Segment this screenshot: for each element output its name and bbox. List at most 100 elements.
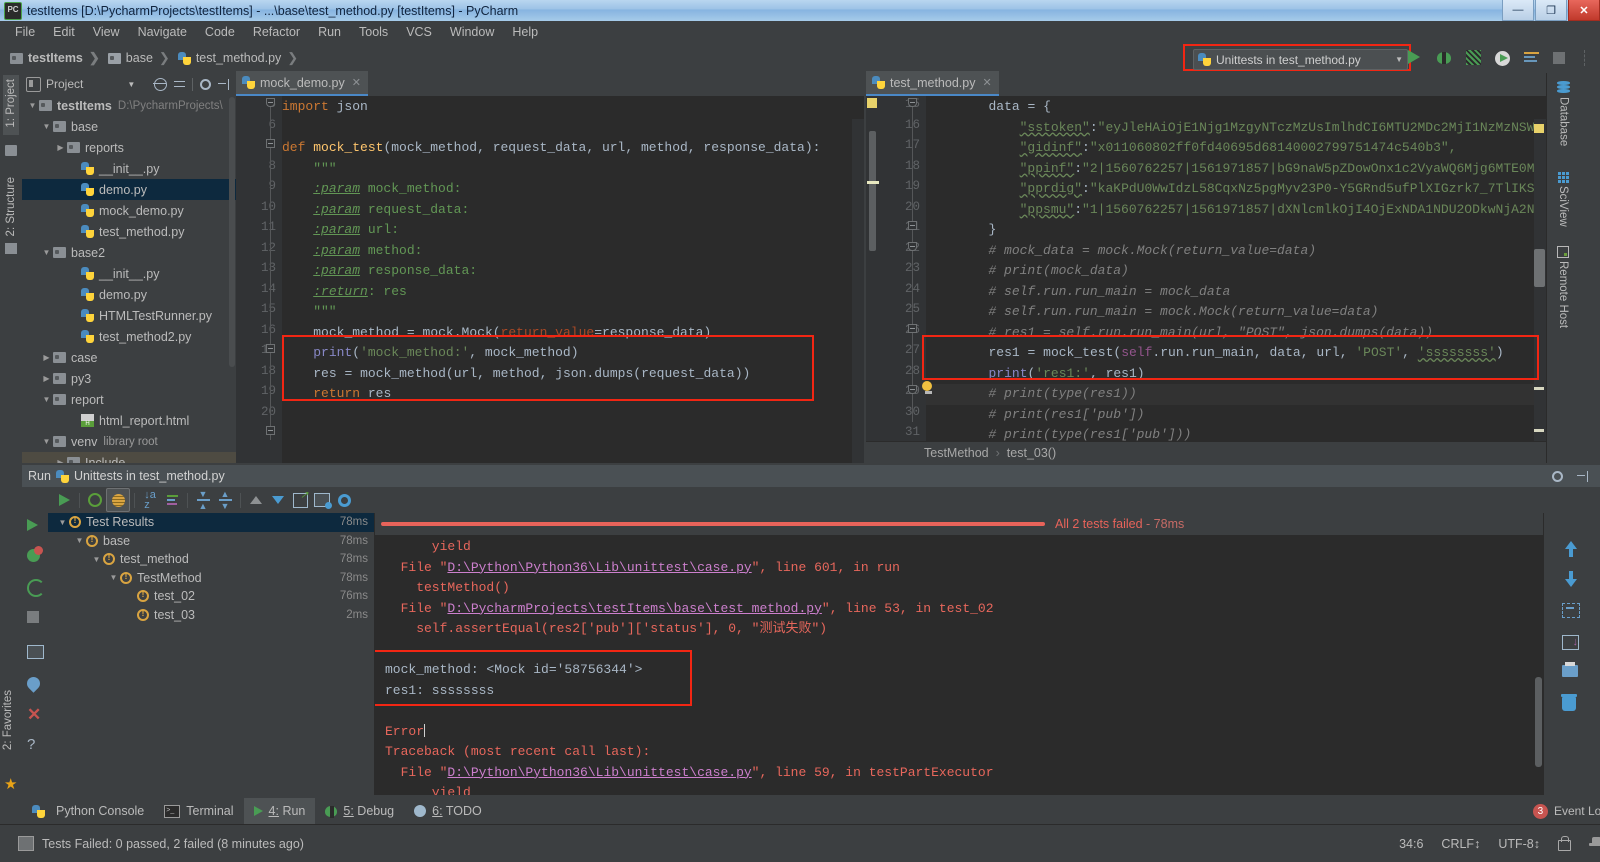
chevron-right-icon[interactable]: ▶ xyxy=(40,353,53,362)
hide-icon[interactable] xyxy=(218,78,229,90)
bottom-tab-python-console[interactable]: Python Console xyxy=(22,798,154,824)
code-line[interactable]: # self.run.run_main = mock_data xyxy=(926,282,1230,303)
code-line[interactable]: print('res1:', res1) xyxy=(926,364,1145,385)
profile-icon[interactable] xyxy=(1495,50,1512,67)
code-line[interactable]: data = { xyxy=(926,97,1051,118)
code-line[interactable]: "ppsmu":"1|1560762257|1561971857|dXNlcml… xyxy=(926,200,1546,221)
chevron-down-icon[interactable]: ▼ xyxy=(107,573,120,582)
test-tree-row[interactable]: ▶test_032ms xyxy=(48,606,374,625)
bottom-tab-run[interactable]: 4: Run xyxy=(243,798,316,824)
code-line[interactable]: res1 = mock_test(self.run.run_main, data… xyxy=(926,343,1504,364)
code-line[interactable]: print('mock_method:', mock_method) xyxy=(282,343,578,364)
code-line[interactable]: "gidinf":"x011060802ff0fd40695d681400027… xyxy=(926,138,1457,159)
sidebar-tab-structure[interactable]: 2: Structure xyxy=(3,173,19,243)
code-content-left[interactable]: import json def mock_test(mock_method, re… xyxy=(282,96,864,463)
minimize-button[interactable]: — xyxy=(1502,0,1534,21)
file-path-link[interactable]: D:\Python\Python36\Lib\unittest\case.py xyxy=(447,765,751,780)
code-line[interactable]: def mock_test(mock_method, request_data,… xyxy=(282,138,820,159)
next-failed-icon[interactable] xyxy=(267,489,289,511)
code-line[interactable]: # mock_data = mock.Mock(return_value=dat… xyxy=(926,241,1316,262)
rerun-all-icon[interactable] xyxy=(27,579,45,597)
code-line[interactable]: # print(mock_data) xyxy=(926,261,1128,282)
project-tree-item[interactable]: ▼ base2 xyxy=(22,242,236,263)
sort-alphabetically-icon[interactable]: ↓a z xyxy=(139,489,161,511)
project-tree-item[interactable]: ▶mock_demo.py xyxy=(22,200,236,221)
run-console[interactable]: All 2 tests failed - 78ms yield File "D:… xyxy=(375,513,1544,795)
chevron-down-icon[interactable]: ▼ xyxy=(40,248,53,257)
project-tree-item[interactable]: ▼ report xyxy=(22,389,236,410)
project-tree-item[interactable]: ▶test_method.py xyxy=(22,221,236,242)
sidebar-tab-database[interactable]: Database xyxy=(1557,81,1570,146)
file-path-link[interactable]: D:\Python\Python36\Lib\unittest\case.py xyxy=(447,560,751,575)
code-line[interactable]: mock_method = mock.Mock(return_value=res… xyxy=(282,323,711,344)
close-icon[interactable]: ✕ xyxy=(352,76,361,89)
breadcrumb-file[interactable]: test_method.py ❯ xyxy=(174,47,302,69)
menu-edit[interactable]: Edit xyxy=(44,23,84,41)
code-line[interactable]: # print(type(res1)) xyxy=(926,384,1136,405)
settings-icon[interactable] xyxy=(200,78,211,90)
sidebar-tab-sciview[interactable]: SciView xyxy=(1557,171,1569,227)
sidebar-tab-project[interactable]: 1: Project xyxy=(3,75,19,135)
close-icon[interactable]: ✕ xyxy=(27,706,43,723)
prev-failed-icon[interactable] xyxy=(245,489,267,511)
breadcrumb-method[interactable]: test_03() xyxy=(1007,446,1056,460)
settings-icon[interactable] xyxy=(1552,470,1563,482)
run-configuration-selector[interactable]: Unittests in test_method.py ▼ xyxy=(1193,49,1408,70)
chevron-down-icon[interactable]: ▼ xyxy=(56,518,69,527)
menu-code[interactable]: Code xyxy=(196,23,244,41)
gutter-right[interactable]: 1516171819202122232425262728293031 xyxy=(866,96,926,463)
menu-tools[interactable]: Tools xyxy=(350,23,397,41)
breadcrumb-class[interactable]: TestMethod xyxy=(924,446,989,460)
tab-test-method-py[interactable]: test_method.py ✕ xyxy=(866,71,999,96)
pin-icon[interactable] xyxy=(24,674,43,693)
run-icon[interactable] xyxy=(1408,49,1425,67)
debug-icon[interactable] xyxy=(1437,50,1454,67)
history-icon[interactable] xyxy=(311,489,333,511)
rerun-icon[interactable] xyxy=(27,519,38,531)
help-icon[interactable]: ? xyxy=(27,737,43,753)
collapse-all-icon[interactable]: ▲ ▼ xyxy=(214,489,236,511)
project-tree-item[interactable]: ▶ py3 xyxy=(22,368,236,389)
file-encoding[interactable]: UTF-8↕ xyxy=(1498,837,1540,851)
test-results-tree[interactable]: ▼Test Results78ms▼base78ms▼test_method78… xyxy=(48,513,375,795)
bottom-tab-todo[interactable]: 6: TODO xyxy=(404,798,492,824)
console-scrollbar[interactable] xyxy=(1535,677,1542,767)
code-area-left[interactable]: 567891011121314151617181920 import jsond… xyxy=(236,96,864,463)
collapse-all-icon[interactable] xyxy=(174,79,185,90)
code-line[interactable]: # self.run.run_main = mock.Mock(return_v… xyxy=(926,302,1378,323)
caret-position[interactable]: 34:6 xyxy=(1399,837,1423,851)
code-line[interactable]: "ppinf":"2|1560762257|1561971857|bG9naW5… xyxy=(926,159,1546,180)
chevron-down-icon[interactable]: ▼ xyxy=(73,536,86,545)
project-tree-item[interactable]: ▶__init__.py xyxy=(22,158,236,179)
test-tree-row[interactable]: ▼ Test Results 78ms xyxy=(48,513,374,532)
project-tree-item[interactable]: ▼ base xyxy=(22,116,236,137)
project-tree-item[interactable]: ▶html_report.html xyxy=(22,410,236,431)
code-line[interactable]: res = mock_method(url, method, json.dump… xyxy=(282,364,750,385)
test-tree-row[interactable]: ▼ test_method 78ms xyxy=(48,550,374,569)
project-tree-item[interactable]: ▶__init__.py xyxy=(22,263,236,284)
chevron-right-icon[interactable]: ▶ xyxy=(54,458,67,463)
sort-by-duration-icon[interactable] xyxy=(161,489,183,511)
tab-mock-demo-py[interactable]: mock_demo.py ✕ xyxy=(236,71,368,96)
code-line[interactable]: :return: res xyxy=(282,282,407,303)
test-tree-row[interactable]: ▶test_0276ms xyxy=(48,587,374,606)
code-line[interactable]: "sstoken":"eyJleHAiOjE1Njg1MzgyNTczMzUsI… xyxy=(926,118,1535,139)
lock-icon[interactable] xyxy=(1558,835,1571,851)
stop-icon[interactable] xyxy=(1553,50,1570,67)
chevron-down-icon[interactable]: ▼ xyxy=(127,80,135,89)
event-log-label[interactable]: Event Log xyxy=(1554,804,1600,818)
close-button[interactable]: ✕ xyxy=(1568,0,1600,21)
menu-help[interactable]: Help xyxy=(503,23,547,41)
rerun-failed-icon[interactable] xyxy=(27,546,43,565)
print-icon[interactable] xyxy=(1562,662,1580,683)
menu-window[interactable]: Window xyxy=(441,23,503,41)
error-stripe-left[interactable] xyxy=(852,119,864,463)
bottom-tab-debug[interactable]: 5: Debug xyxy=(315,798,404,824)
sidebar-tab-remote-host[interactable]: Remote Host xyxy=(1557,246,1569,328)
chevron-down-icon[interactable]: ▼ xyxy=(40,122,53,131)
project-tree-item[interactable]: ▶ case xyxy=(22,347,236,368)
stop-icon[interactable] xyxy=(27,611,43,627)
error-stripe-thumb[interactable] xyxy=(1534,249,1545,287)
code-line[interactable]: # print(res1['pub']) xyxy=(926,405,1144,426)
gutter-left[interactable]: 567891011121314151617181920 xyxy=(236,96,282,463)
